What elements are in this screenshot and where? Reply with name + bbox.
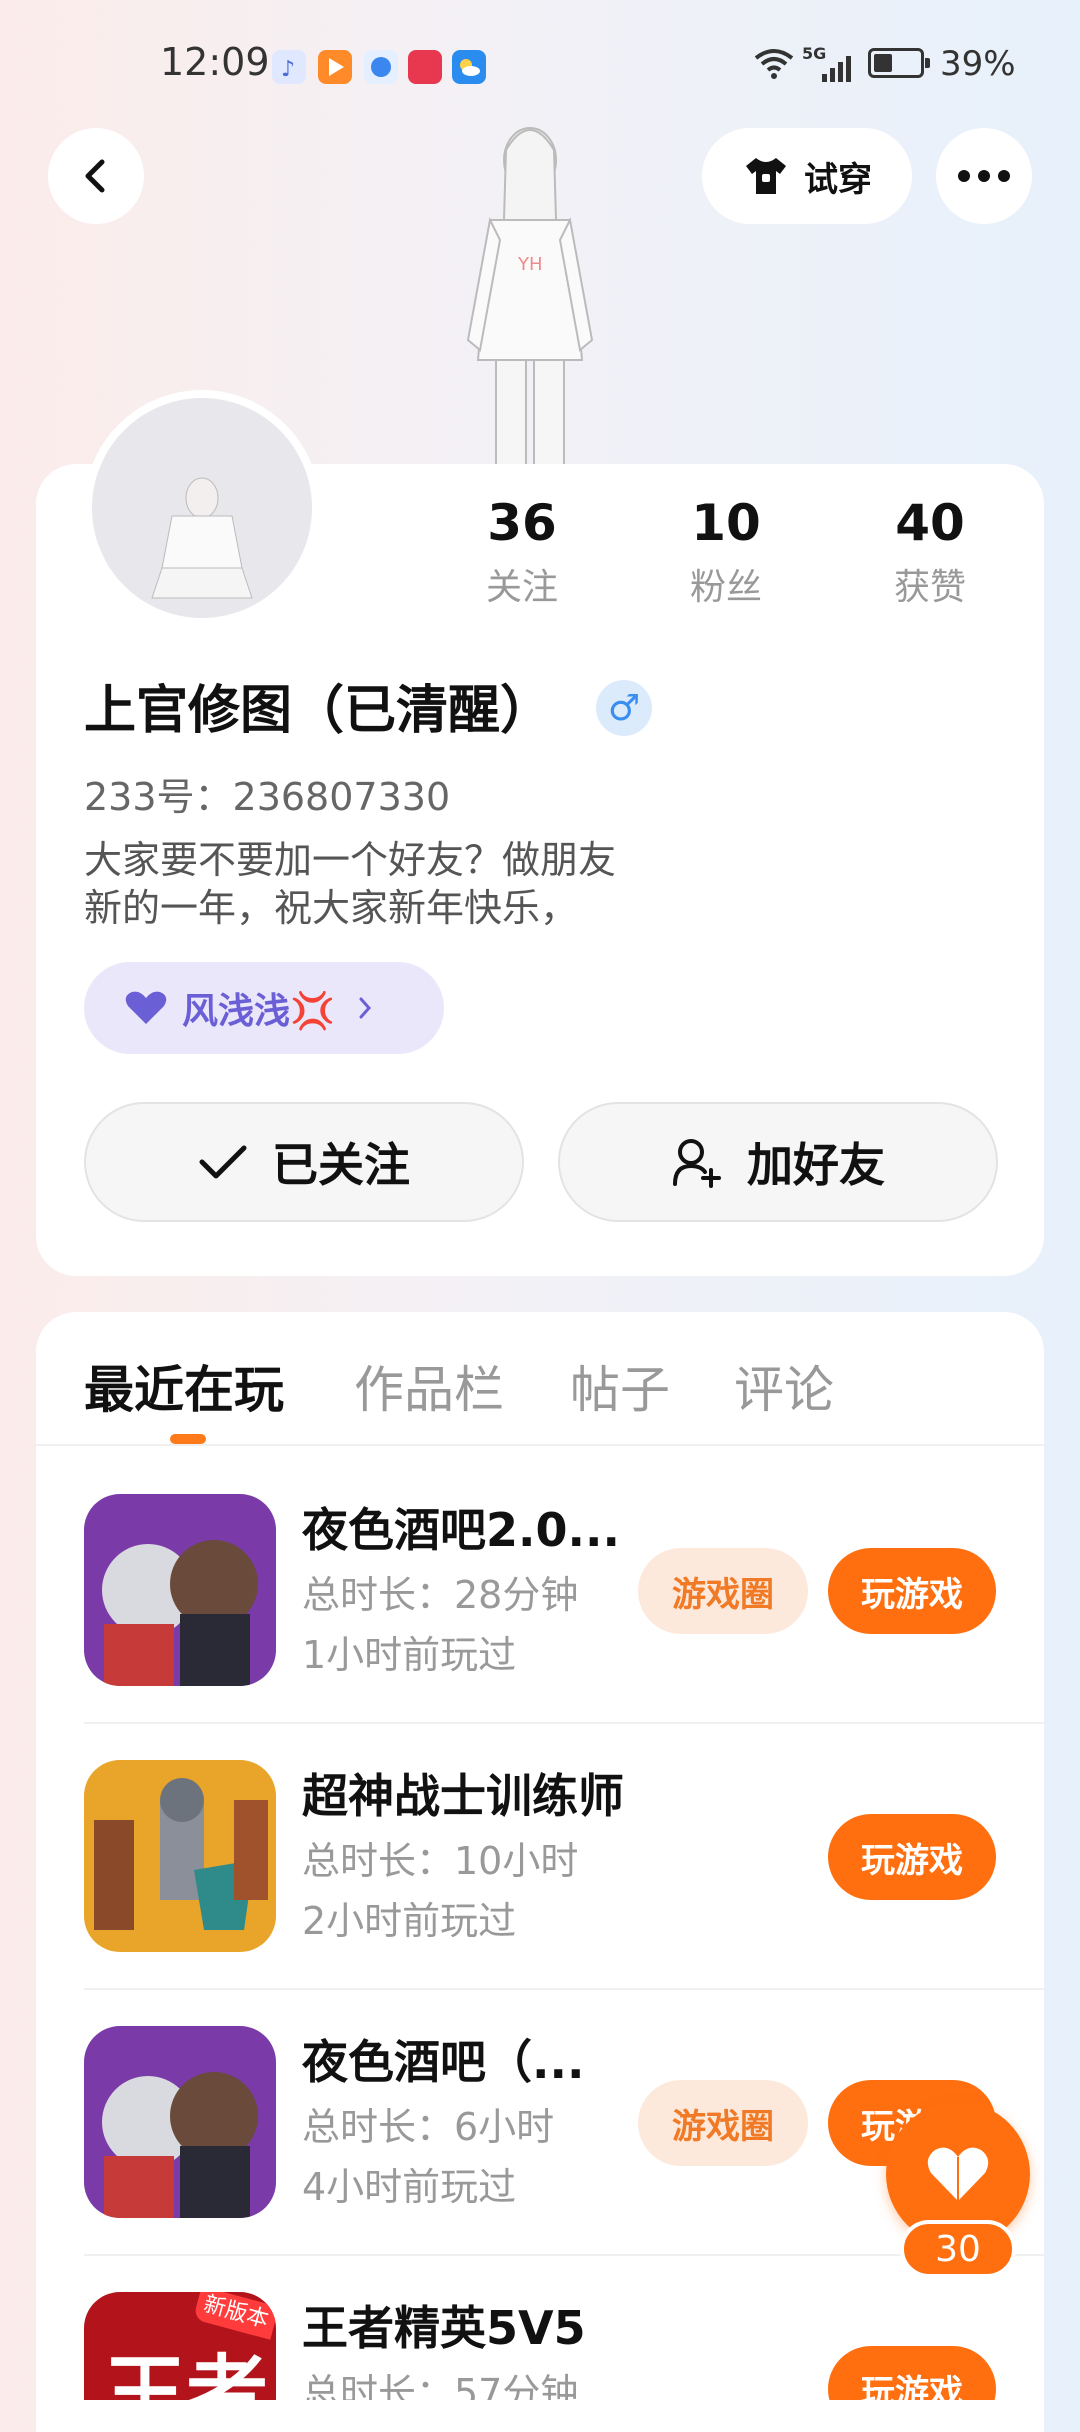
game-icon: 王者 新版本: [84, 2292, 276, 2400]
play-game-button[interactable]: 玩游戏: [828, 1814, 996, 1900]
play-game-button[interactable]: 玩游戏: [828, 1548, 996, 1634]
add-user-icon: [673, 1139, 721, 1188]
bio-line-2: 新的一年，祝大家新年快乐，: [84, 886, 579, 930]
svg-text:♪: ♪: [281, 57, 295, 82]
game-circle-button[interactable]: 游戏圈: [638, 2080, 808, 2166]
game-row[interactable]: 夜色酒吧2.0... 总时长：28分钟 1小时前玩过 游戏圈 玩游戏: [84, 1494, 1044, 1760]
back-icon: [85, 159, 105, 193]
battery-percent: 39%: [940, 44, 1016, 84]
play-game-button[interactable]: 玩游戏: [828, 2346, 996, 2400]
status-time: 12:09: [160, 40, 270, 84]
game-icon: [84, 1494, 276, 1686]
try-on-button[interactable]: 试穿: [702, 128, 912, 224]
stat-likes[interactable]: 40 获赞: [840, 494, 1020, 610]
game-last-played: 4小时前玩过: [302, 2165, 517, 2209]
game-name: 超神战士训练师: [302, 1769, 624, 1823]
game-total-time: 总时长：28分钟: [302, 1573, 579, 1617]
wifi-icon: [752, 46, 796, 84]
game-row[interactable]: 超神战士训练师 总时长：10小时 2小时前玩过 玩游戏: [84, 1760, 1044, 2026]
following-count: 36: [487, 494, 557, 552]
add-friend-button[interactable]: 加好友: [558, 1102, 998, 1222]
more-icon: [958, 170, 1010, 182]
followed-button[interactable]: 已关注: [84, 1102, 524, 1222]
video-icon: [318, 50, 352, 84]
music-icon: ♪: [272, 50, 306, 84]
weather-icon: [452, 50, 486, 84]
game-icon-text: 王者: [104, 2347, 268, 2400]
game-last-played: 1小时前玩过: [302, 1633, 517, 1677]
svg-text:YH: YH: [517, 254, 543, 275]
tab-works[interactable]: 作品栏: [354, 1350, 504, 1422]
game-last-played: 2小时前玩过: [302, 1899, 517, 1943]
friend-tag[interactable]: 风浅浅💢: [84, 962, 444, 1054]
following-label: 关注: [485, 567, 558, 608]
game-name: 王者精英5V5: [302, 2301, 586, 2355]
bio: 大家要不要加一个好友？做朋友 新的一年，祝大家新年快乐，: [84, 836, 616, 932]
try-on-label: 试穿: [804, 159, 872, 200]
bio-line-1: 大家要不要加一个好友？做朋友: [84, 838, 617, 882]
more-button[interactable]: [936, 128, 1032, 224]
back-button[interactable]: [48, 128, 144, 224]
user-id: 233号：236807330: [84, 775, 451, 819]
check-icon: [199, 1145, 247, 1179]
tab-indicator: [170, 1434, 206, 1444]
fans-count: 10: [691, 494, 761, 552]
game-icon: [84, 2026, 276, 2218]
game-total-time: 总时长：10小时: [302, 1839, 579, 1883]
heart-icon: [125, 991, 167, 1024]
stat-following[interactable]: 36 关注: [432, 494, 612, 610]
fans-label: 粉丝: [689, 567, 762, 608]
tab-posts[interactable]: 帖子: [570, 1350, 670, 1422]
like-count: 30: [900, 2220, 1016, 2278]
tab-recent-play[interactable]: 最近在玩: [84, 1350, 284, 1422]
chevron-right-icon: [359, 997, 371, 1019]
game-name: 夜色酒吧（...: [302, 2035, 585, 2089]
friend-tag-label: 风浅浅💢: [182, 991, 335, 1032]
character-figure: YH: [440, 110, 620, 471]
signal-icon: [820, 50, 860, 88]
avatar[interactable]: [84, 390, 320, 626]
tab-divider: [36, 1444, 1044, 1446]
battery-icon: [868, 48, 930, 78]
row-divider: [84, 1988, 1044, 1990]
game-name: 夜色酒吧2.0...: [302, 1503, 620, 1557]
heart-icon: [927, 2147, 989, 2201]
browser-icon: [364, 50, 398, 84]
huawei-icon: [408, 50, 442, 84]
followed-label: 已关注: [272, 1138, 410, 1192]
stat-fans[interactable]: 10 粉丝: [636, 494, 816, 610]
tab-comments[interactable]: 评论: [734, 1350, 834, 1422]
tshirt-icon: [746, 158, 786, 194]
likes-count: 40: [895, 494, 965, 552]
game-total-time: 总时长：57分钟: [302, 2371, 579, 2400]
nickname: 上官修图（已清醒）: [84, 681, 553, 741]
game-row[interactable]: 王者 新版本 王者精英5V5 总时长：57分钟 玩游戏: [84, 2292, 1044, 2400]
likes-label: 获赞: [893, 567, 966, 608]
add-friend-label: 加好友: [747, 1138, 885, 1192]
game-total-time: 总时长：6小时: [302, 2105, 555, 2149]
game-icon: [84, 1760, 276, 1952]
game-circle-button[interactable]: 游戏圈: [638, 1548, 808, 1634]
row-divider: [84, 1722, 1044, 1724]
male-icon: ♂: [596, 680, 652, 736]
